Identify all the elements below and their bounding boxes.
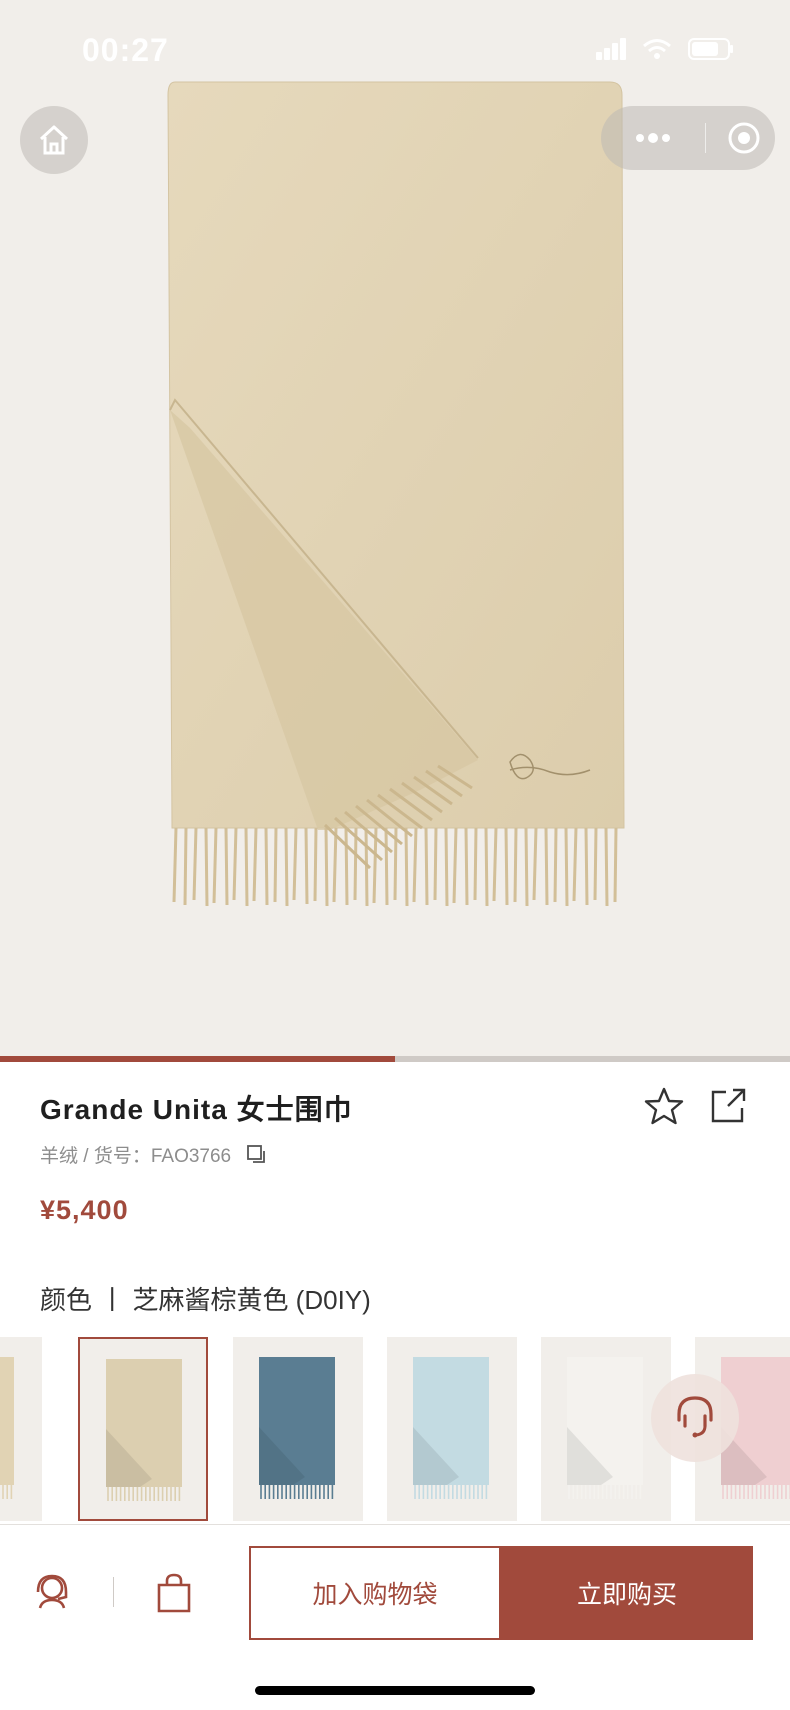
selected-color-label: 颜色 丨 芝麻酱棕黄色 (D0IY) — [40, 1285, 371, 1315]
wifi-icon — [643, 39, 671, 59]
bottom-bar-separator — [113, 1577, 114, 1607]
signal-icon — [596, 38, 626, 60]
color-swatch[interactable] — [0, 1337, 42, 1521]
close-miniprogram-button[interactable] — [724, 121, 764, 155]
product-title: Grande Unita 女士围巾 — [40, 1094, 353, 1125]
agent-icon — [36, 1574, 68, 1609]
status-time: 00:27 — [82, 32, 169, 68]
mini-program-capsule — [601, 106, 775, 170]
color-swatch-selected[interactable] — [78, 1337, 208, 1521]
shopping-bag-icon — [157, 1573, 191, 1613]
customer-service-button[interactable] — [32, 1572, 72, 1617]
home-button[interactable] — [20, 106, 88, 174]
bottom-bar-divider — [0, 1524, 790, 1525]
shopping-bag-button[interactable] — [156, 1572, 192, 1619]
buy-now-button[interactable]: 立即购买 — [501, 1546, 753, 1640]
material-sku: 羊绒 / 货号：FAO3766 — [40, 1146, 232, 1167]
copy-icon[interactable] — [247, 1144, 267, 1165]
product-meta: 羊绒 / 货号：FAO3766 — [40, 1141, 267, 1168]
star-icon — [644, 1087, 684, 1125]
gallery-progress-fill — [0, 1056, 395, 1062]
customer-service-floating-button[interactable] — [651, 1374, 739, 1462]
status-bar: 00:27 — [0, 0, 790, 100]
home-indicator — [255, 1686, 535, 1695]
color-swatch[interactable] — [233, 1337, 363, 1521]
gallery-progress-bar — [0, 1056, 790, 1062]
more-button[interactable] — [619, 132, 687, 144]
battery-icon — [688, 38, 733, 60]
share-button[interactable] — [708, 1086, 748, 1131]
product-price: ¥5,400 — [40, 1195, 129, 1225]
headset-icon — [677, 1396, 713, 1438]
color-swatch[interactable] — [387, 1337, 517, 1521]
share-icon — [711, 1088, 746, 1123]
home-icon — [39, 125, 69, 155]
add-to-bag-button[interactable]: 加入购物袋 — [249, 1546, 501, 1640]
more-dots-icon — [636, 133, 670, 143]
favorite-button[interactable] — [644, 1086, 684, 1131]
target-close-icon — [728, 122, 760, 154]
